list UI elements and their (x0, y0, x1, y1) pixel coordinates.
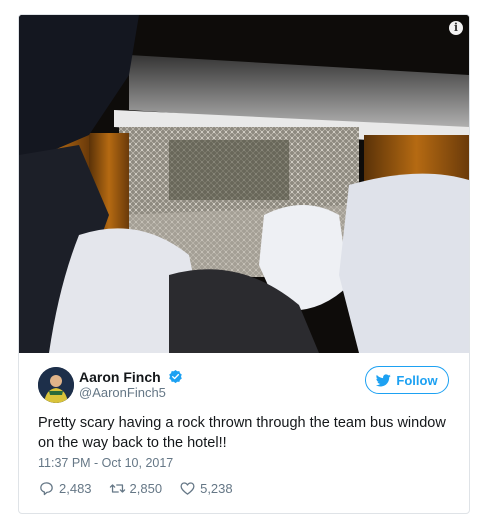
avatar-image (38, 367, 74, 403)
reply-icon (40, 482, 53, 496)
tweet-actions: 2,483 2,850 5,238 (38, 480, 250, 497)
tweet-timestamp[interactable]: 11:37 PM - Oct 10, 2017 (38, 456, 173, 470)
retweet-icon (109, 484, 125, 493)
author-name-row[interactable]: Aaron Finch (79, 368, 183, 386)
heart-icon (180, 482, 195, 495)
retweet-action[interactable]: 2,850 (109, 480, 163, 497)
reply-count: 2,483 (59, 481, 92, 496)
tweet-card: i Aaron Finch @AaronFinch5 Follow Pretty… (18, 14, 470, 514)
bus-window-photo (19, 15, 469, 353)
retweet-count: 2,850 (129, 481, 163, 496)
info-icon[interactable]: i (449, 21, 463, 35)
avatar[interactable] (38, 367, 74, 403)
tweet-photo[interactable]: i (19, 15, 469, 353)
tweet-text: Pretty scary having a rock thrown throug… (38, 415, 446, 451)
follow-label: Follow (396, 372, 438, 388)
follow-button[interactable]: Follow (365, 366, 449, 394)
verified-badge-icon (169, 370, 182, 384)
twitter-bird-icon (376, 373, 392, 386)
like-count: 5,238 (200, 481, 233, 496)
reply-action[interactable]: 2,483 (38, 480, 92, 497)
like-action[interactable]: 5,238 (179, 480, 233, 497)
author-name[interactable]: Aaron Finch (79, 369, 161, 385)
author-handle[interactable]: @AaronFinch5 (79, 385, 166, 400)
